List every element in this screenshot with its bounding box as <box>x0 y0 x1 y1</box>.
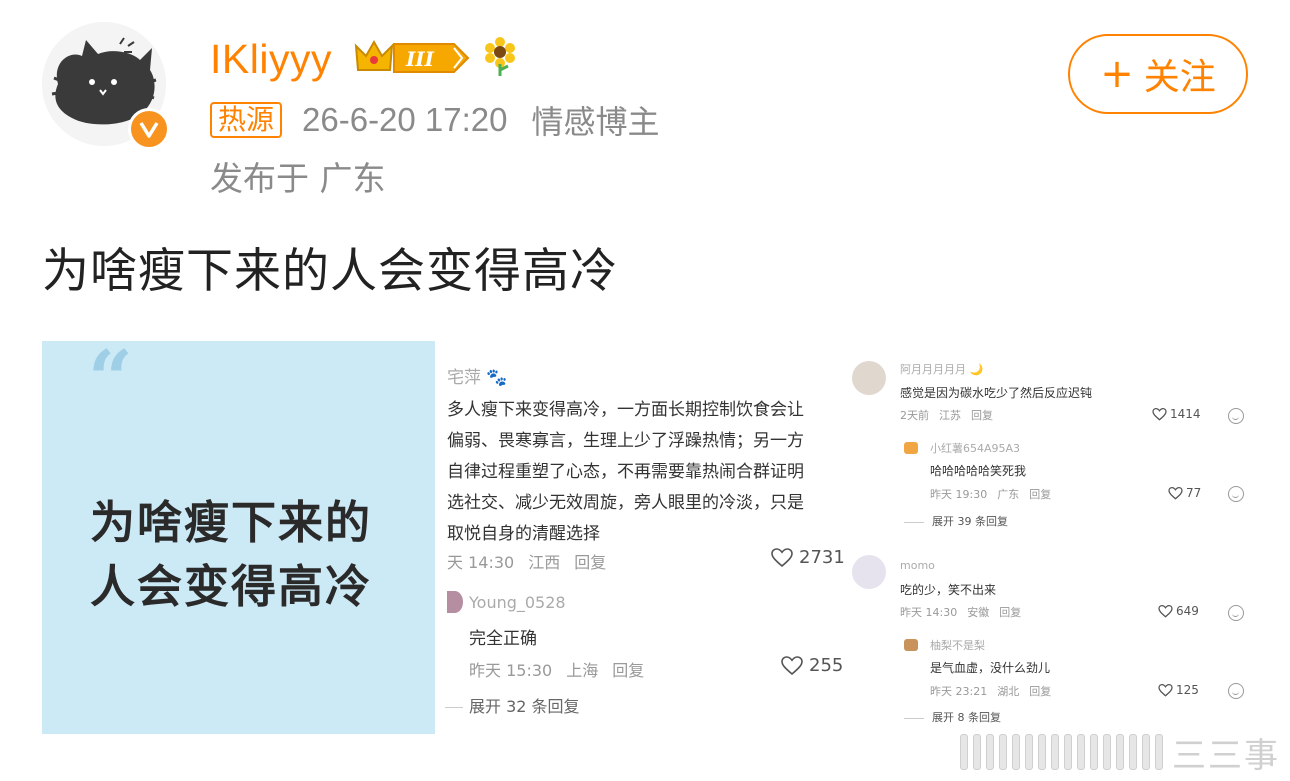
watermark: 三三事 <box>960 730 1280 776</box>
moon-icon: 🌙 <box>969 363 984 376</box>
heart-icon <box>771 547 793 567</box>
post-image-1[interactable]: “ 为啥瘦下来的 人会变得高冷 <box>42 341 435 734</box>
heart-icon <box>781 655 803 675</box>
comment-author: 宅萍 🐾 <box>447 368 508 388</box>
post-image-2[interactable]: 宅萍 🐾 多人瘦下来变得高冷，一方面长期控制饮食会让 偏弱、畏寒寡言，生理上少了… <box>441 341 844 734</box>
like-count: 1414 <box>1152 407 1201 421</box>
comment-meta: 2天前 江苏 回复 <box>900 409 993 422</box>
reply-meta: 昨天 15:30 上海 回复 <box>469 661 645 680</box>
image-title: 为啥瘦下来的 人会变得高冷 <box>90 491 372 619</box>
comment-text: 感觉是因为碳水吃少了然后反应迟钝 <box>900 386 1093 400</box>
crown-icon[interactable]: III <box>350 36 472 84</box>
vip-level: III <box>405 47 435 71</box>
comment-avatar <box>852 361 886 395</box>
reply-author: Young_0528 <box>469 593 566 612</box>
sunflower-icon <box>482 36 518 80</box>
expand-replies: 展开 39 条回复 <box>904 513 1008 529</box>
comment-text: 吃的少，笑不出来 <box>900 583 997 597</box>
reply-author: 小红薯654A95A3 <box>930 442 1021 455</box>
post-time: 26-6-20 17:20 <box>302 101 508 138</box>
comment-text: 多人瘦下来变得高冷，一方面长期控制饮食会让 偏弱、畏寒寡言，生理上少了浮躁热情；… <box>447 400 804 544</box>
reply-text: 完全正确 <box>469 629 537 649</box>
follow-label: 关注 <box>1143 57 1216 98</box>
image-title-line-2: 人会变得高冷 <box>90 560 373 613</box>
username[interactable]: IKliyyy <box>210 34 332 84</box>
reply-avatar <box>904 442 918 454</box>
smile-icon <box>1228 683 1244 699</box>
paw-icon: 🐾 <box>486 368 508 388</box>
like-count: 2731 <box>771 547 844 568</box>
comment-avatar <box>852 555 886 589</box>
reply-meta: 昨天 23:21 湖北 回复 <box>930 685 1052 698</box>
heart-icon <box>1158 683 1173 697</box>
image-title-line-1: 为啥瘦下来的 <box>90 496 373 549</box>
reply-meta: 昨天 19:30 广东 回复 <box>930 488 1052 501</box>
heart-icon <box>1158 604 1173 618</box>
like-count: 649 <box>1158 604 1199 618</box>
heart-icon <box>1152 407 1167 421</box>
comment-author: 阿月月月月月 🌙 <box>900 363 984 376</box>
reply-text: 是气血虚，没什么劲儿 <box>930 661 1051 675</box>
heart-icon <box>1168 486 1183 500</box>
reply-link: 回复 <box>574 553 607 572</box>
follow-button[interactable]: + 关注 <box>1068 34 1248 114</box>
reply-avatar <box>447 591 463 613</box>
smile-icon <box>1228 605 1244 621</box>
comment-meta: 昨天 14:30 安徽 回复 <box>900 606 1022 619</box>
post-meta: 热源 26-6-20 17:20 情感博主 <box>210 100 660 141</box>
smile-icon <box>1228 486 1244 502</box>
plus-icon: + <box>1100 51 1134 97</box>
reply-like-count: 125 <box>1158 683 1199 697</box>
comment-author: momo <box>900 559 935 572</box>
comment-meta: 天 14:30 江西 回复 <box>447 553 607 572</box>
watermark-text: 三三事 <box>1172 735 1280 776</box>
reply-like-count: 255 <box>781 655 843 676</box>
verified-v-icon <box>128 108 170 150</box>
post-text: 为啥瘦下来的人会变得高冷 <box>42 244 618 299</box>
post-image-3[interactable]: 阿月月月月月 🌙 感觉是因为碳水吃少了然后反应迟钝 2天前 江苏 回复 1414 小… <box>848 341 1253 734</box>
reply-author: 柚梨不是梨 <box>930 639 985 652</box>
hot-source-badge[interactable]: 热源 <box>210 102 283 138</box>
expand-replies: 展开 8 条回复 <box>904 709 1001 725</box>
reply-like-count: 77 <box>1168 486 1201 500</box>
quote-mark-icon: “ <box>88 341 133 425</box>
reply-text: 哈哈哈哈哈笑死我 <box>930 464 1027 478</box>
post-location: 发布于 广东 <box>210 159 386 198</box>
reply-avatar <box>904 639 918 651</box>
expand-replies: 展开 32 条回复 <box>445 693 580 717</box>
smile-icon <box>1228 408 1244 424</box>
user-tag: 情感博主 <box>531 103 660 141</box>
